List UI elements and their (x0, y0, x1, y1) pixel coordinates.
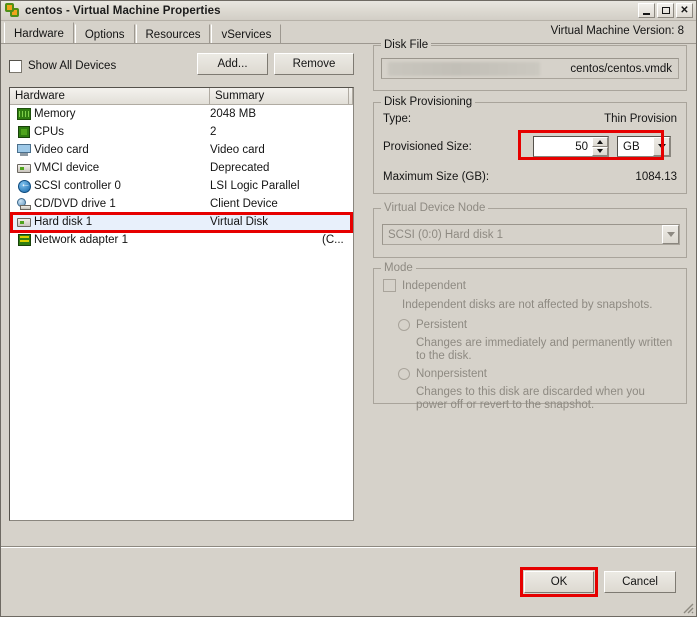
scsi-icon (14, 179, 34, 193)
hardware-name: CPUs (34, 126, 65, 138)
checkbox-box (383, 279, 396, 292)
provisioned-size-input[interactable]: 50 (533, 136, 609, 157)
mode-group-label: Mode (381, 262, 416, 274)
hardware-summary: Deprecated (210, 162, 270, 174)
provisioned-size-value: 50 (575, 140, 588, 153)
disk-file-group-label: Disk File (381, 39, 432, 51)
table-row[interactable]: VMCI device Deprecated (10, 159, 353, 177)
hardware-name: SCSI controller 0 (34, 180, 121, 192)
radio-circle (398, 368, 410, 380)
add-button[interactable]: Add... (197, 53, 268, 75)
column-header-summary[interactable]: Summary (210, 88, 349, 104)
show-all-devices-checkbox[interactable]: Show All Devices (9, 59, 117, 73)
table-row[interactable]: Memory 2048 MB (10, 105, 353, 123)
persistent-description: Changes are immediately and permanently … (416, 337, 673, 362)
persistent-label: Persistent (416, 319, 468, 331)
hardware-summary: Video card (210, 144, 265, 156)
vm-version-label: Virtual Machine Version: 8 (550, 25, 684, 37)
table-row[interactable]: CD/DVD drive 1 Client Device (10, 195, 353, 213)
tab-options[interactable]: Options (74, 24, 135, 44)
network-icon (14, 234, 34, 246)
table-row[interactable]: Network adapter 1 (C... (10, 231, 353, 249)
spinner-down-icon[interactable] (592, 146, 608, 156)
hardware-name: Video card (34, 144, 89, 156)
hardware-summary: 2048 MB (210, 108, 257, 120)
hardware-name: Network adapter 1 (34, 234, 128, 246)
radio-circle (398, 319, 410, 331)
vm-properties-window: centos - Virtual Machine Properties ✕ Ha… (0, 0, 697, 617)
disk-file-value: centos/centos.vmdk (570, 62, 672, 75)
maximum-size-label: Maximum Size (GB): (383, 171, 490, 183)
cancel-button[interactable]: Cancel (604, 571, 676, 593)
disk-file-group: Disk File centos/centos.vmdk (373, 39, 687, 91)
nonpersistent-description: Changes to this disk are discarded when … (416, 386, 645, 411)
remove-button[interactable]: Remove (274, 53, 354, 75)
hardware-list[interactable]: Hardware Summary Memory 2048 MB CPUs 2 V… (9, 87, 354, 521)
table-row[interactable]: Video card Video card (10, 141, 353, 159)
type-value: Thin Provision (604, 113, 677, 125)
cddvd-icon (14, 198, 34, 210)
size-unit-dropdown[interactable]: GB (617, 136, 671, 157)
chevron-down-icon[interactable] (653, 137, 670, 156)
column-header-spacer (349, 88, 353, 104)
vsphere-icon (5, 2, 21, 19)
table-row[interactable]: SCSI controller 0 LSI Logic Parallel (10, 177, 353, 195)
hardware-name: VMCI device (34, 162, 100, 174)
footer-separator (1, 546, 696, 548)
maximize-icon[interactable] (657, 3, 674, 18)
harddisk-icon (14, 217, 34, 227)
hardware-summary: Client Device (210, 198, 278, 210)
size-unit-value: GB (623, 140, 640, 153)
spinner-up-icon[interactable] (592, 137, 608, 147)
virtual-device-node-dropdown: SCSI (0:0) Hard disk 1 (382, 224, 680, 245)
memory-icon (14, 108, 34, 120)
independent-description: Independent disks are not affected by sn… (402, 299, 653, 311)
hardware-summary: Virtual Disk (210, 216, 268, 228)
close-icon[interactable]: ✕ (676, 3, 693, 18)
tab-hardware[interactable]: Hardware (4, 22, 74, 44)
disk-provisioning-group-label: Disk Provisioning (381, 96, 476, 108)
independent-label: Independent (402, 279, 466, 292)
virtual-device-node-value: SCSI (0:0) Hard disk 1 (388, 228, 504, 241)
table-row[interactable]: CPUs 2 (10, 123, 353, 141)
mode-group: Mode Independent Independent disks are n… (373, 262, 687, 411)
ok-button[interactable]: OK (524, 571, 594, 593)
tab-resources[interactable]: Resources (135, 24, 211, 44)
show-all-devices-label: Show All Devices (28, 60, 117, 72)
hardware-summary: LSI Logic Parallel (210, 180, 300, 192)
independent-checkbox: Independent (383, 279, 466, 292)
spinner-arrows (592, 137, 608, 156)
tab-underline (1, 43, 696, 44)
nonpersistent-label: Nonpersistent (416, 368, 487, 380)
hardware-name: Memory (34, 108, 76, 120)
type-label: Type: (383, 113, 412, 125)
hardware-summary: (C... (322, 234, 344, 246)
disk-file-value-field: centos/centos.vmdk (381, 58, 679, 79)
persistent-radio: Persistent (398, 319, 467, 331)
cpu-icon (14, 126, 34, 138)
chevron-down-icon (662, 225, 679, 244)
device-icon (14, 163, 34, 173)
video-icon (14, 144, 34, 156)
checkbox-box (9, 59, 22, 73)
virtual-device-node-group: Virtual Device Node SCSI (0:0) Hard disk… (373, 202, 687, 258)
minimize-icon[interactable] (638, 3, 655, 18)
nonpersistent-radio: Nonpersistent (398, 368, 487, 380)
tab-vservices[interactable]: vServices (211, 24, 282, 44)
hardware-name: Hard disk 1 (34, 216, 93, 228)
title-bar: centos - Virtual Machine Properties ✕ (1, 1, 696, 21)
window-title: centos - Virtual Machine Properties (25, 4, 221, 17)
table-row-hard-disk-1[interactable]: Hard disk 1 Virtual Disk (10, 213, 353, 231)
window-controls: ✕ (638, 3, 693, 18)
column-header-hardware[interactable]: Hardware (10, 88, 210, 104)
hardware-name: CD/DVD drive 1 (34, 198, 116, 210)
virtual-device-node-group-label: Virtual Device Node (381, 202, 489, 214)
resize-grip[interactable] (680, 600, 694, 614)
provisioned-size-label: Provisioned Size: (383, 141, 472, 153)
disk-provisioning-group: Disk Provisioning Type: Thin Provision P… (373, 96, 687, 194)
maximum-size-value: 1084.13 (635, 171, 677, 183)
hardware-list-header: Hardware Summary (10, 88, 353, 105)
hardware-summary: 2 (210, 126, 217, 138)
redacted-path-blur (388, 62, 540, 76)
